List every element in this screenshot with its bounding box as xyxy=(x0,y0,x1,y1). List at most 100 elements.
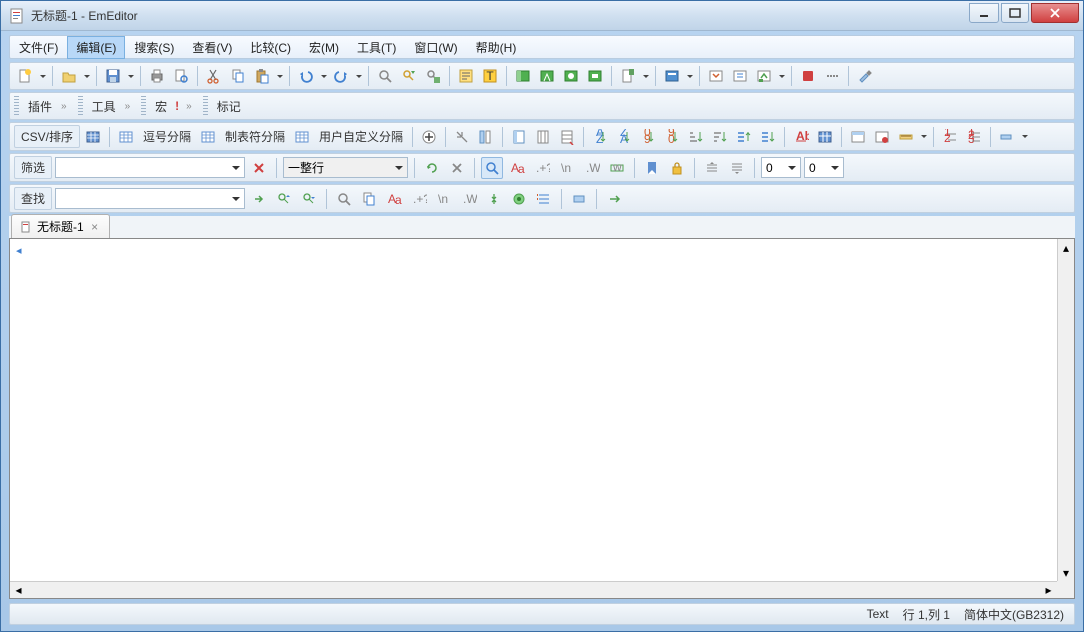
cut-button[interactable] xyxy=(203,65,225,87)
grip-icon[interactable] xyxy=(78,96,83,116)
filter-close-button[interactable] xyxy=(248,157,270,179)
column-combo[interactable]: 一整行 xyxy=(283,157,408,178)
csv-add-button[interactable] xyxy=(418,126,440,148)
user-sep-button[interactable] xyxy=(291,126,313,148)
filter-lock-button[interactable] xyxy=(666,157,688,179)
grip-icon[interactable] xyxy=(203,96,208,116)
new-button[interactable] xyxy=(14,65,36,87)
horizontal-scrollbar[interactable]: ◂ ▸ xyxy=(10,581,1057,598)
sort-len-desc-button[interactable] xyxy=(709,126,731,148)
filter-word-button[interactable]: .W. xyxy=(581,157,603,179)
vertical-scrollbar[interactable]: ▴ ▾ xyxy=(1057,239,1074,581)
tools-label[interactable]: 工具 xyxy=(88,98,120,115)
expand-icon[interactable]: » xyxy=(58,101,70,112)
csv-tool2-button[interactable] xyxy=(475,126,497,148)
num2-combo[interactable]: 0 xyxy=(804,157,844,178)
macro-label[interactable]: 宏 xyxy=(151,98,171,115)
record-button[interactable] xyxy=(797,65,819,87)
maximize-button[interactable] xyxy=(1001,3,1029,23)
search-regex-button[interactable]: .+? xyxy=(408,188,430,210)
menu-help[interactable]: 帮助(H) xyxy=(467,36,526,59)
filter-whole-button[interactable]: w xyxy=(606,157,628,179)
sort-len-asc-button[interactable] xyxy=(685,126,707,148)
search-find-button[interactable] xyxy=(333,188,355,210)
search-case-button[interactable]: Aa xyxy=(383,188,405,210)
sort-word-desc-button[interactable] xyxy=(757,126,779,148)
redo-button[interactable] xyxy=(330,65,352,87)
extra-button[interactable] xyxy=(996,126,1018,148)
extra-dropdown[interactable] xyxy=(1020,126,1029,148)
comma-sep-label[interactable]: 逗号分隔 xyxy=(139,128,195,145)
menu-search[interactable]: 搜索(S) xyxy=(125,36,183,59)
redo-dropdown[interactable] xyxy=(354,65,363,87)
plugins-label[interactable]: 插件 xyxy=(24,98,56,115)
dedup-button[interactable]: Abc xyxy=(790,126,812,148)
search-prev-button[interactable] xyxy=(273,188,295,210)
macro1-button[interactable] xyxy=(705,65,727,87)
scroll-left-icon[interactable]: ◂ xyxy=(10,582,27,598)
search-go-button[interactable] xyxy=(248,188,270,210)
view4-button[interactable] xyxy=(584,65,606,87)
sort-90-button[interactable]: 90 xyxy=(661,126,683,148)
config-button[interactable] xyxy=(661,65,683,87)
print-button[interactable] xyxy=(146,65,168,87)
wrap-button[interactable] xyxy=(455,65,477,87)
document-tab[interactable]: 无标题-1 × xyxy=(11,214,110,238)
settings-button[interactable] xyxy=(854,65,876,87)
menu-compare[interactable]: 比较(C) xyxy=(241,36,300,59)
grip-icon[interactable] xyxy=(14,96,19,116)
close-button[interactable] xyxy=(1031,3,1079,23)
copy-button[interactable] xyxy=(227,65,249,87)
grid-button[interactable] xyxy=(814,126,836,148)
view3-button[interactable] xyxy=(560,65,582,87)
undo-dropdown[interactable] xyxy=(319,65,328,87)
search-selection-button[interactable] xyxy=(568,188,590,210)
save-dropdown[interactable] xyxy=(126,65,135,87)
filter-combo[interactable] xyxy=(55,157,245,178)
text-editor[interactable]: ◂ xyxy=(10,239,1074,598)
search-word-button[interactable]: .W. xyxy=(458,188,480,210)
search-combo[interactable] xyxy=(55,188,245,209)
filter-escape-button[interactable]: \n xyxy=(556,157,578,179)
view2-button[interactable] xyxy=(536,65,558,87)
tab-close-button[interactable]: × xyxy=(89,221,101,233)
heading-button[interactable] xyxy=(847,126,869,148)
replace-button[interactable] xyxy=(422,65,444,87)
csv-col3-button[interactable] xyxy=(556,126,578,148)
ruler-button[interactable] xyxy=(895,126,917,148)
sort-word-asc-button[interactable] xyxy=(733,126,755,148)
filter-cancel-button[interactable] xyxy=(446,157,468,179)
search-next-button[interactable] xyxy=(298,188,320,210)
scroll-down-icon[interactable]: ▾ xyxy=(1058,564,1074,581)
readonly-button[interactable] xyxy=(871,126,893,148)
linenum2-button[interactable]: 123 xyxy=(963,126,985,148)
search-incremental-button[interactable] xyxy=(533,188,555,210)
minimize-button[interactable] xyxy=(969,3,999,23)
config-dropdown[interactable] xyxy=(685,65,694,87)
comma-sep-button[interactable] xyxy=(115,126,137,148)
find-next-button[interactable] xyxy=(398,65,420,87)
paste-dropdown[interactable] xyxy=(275,65,284,87)
menu-edit[interactable]: 编辑(E) xyxy=(67,36,125,59)
stop-button[interactable] xyxy=(821,65,843,87)
search-wrap-button[interactable] xyxy=(483,188,505,210)
user-sep-label[interactable]: 用户自定义分隔 xyxy=(315,128,407,145)
linenum-button[interactable]: 12 xyxy=(939,126,961,148)
ruler-dropdown[interactable] xyxy=(919,126,928,148)
new-dropdown[interactable] xyxy=(38,65,47,87)
menu-file[interactable]: 文件(F) xyxy=(10,36,67,59)
expand-icon[interactable]: » xyxy=(122,101,134,112)
tab-sep-label[interactable]: 制表符分隔 xyxy=(221,128,289,145)
menu-window[interactable]: 窗口(W) xyxy=(405,36,466,59)
undo-button[interactable] xyxy=(295,65,317,87)
search-highlight-button[interactable] xyxy=(508,188,530,210)
open-button[interactable] xyxy=(58,65,80,87)
filter-bookmark-button[interactable] xyxy=(641,157,663,179)
print-preview-button[interactable] xyxy=(170,65,192,87)
search-escape-button[interactable]: \n xyxy=(433,188,455,210)
paste-button[interactable] xyxy=(251,65,273,87)
view1-button[interactable] xyxy=(512,65,534,87)
filter-refresh-button[interactable] xyxy=(421,157,443,179)
open-dropdown[interactable] xyxy=(82,65,91,87)
macro2-button[interactable] xyxy=(729,65,751,87)
